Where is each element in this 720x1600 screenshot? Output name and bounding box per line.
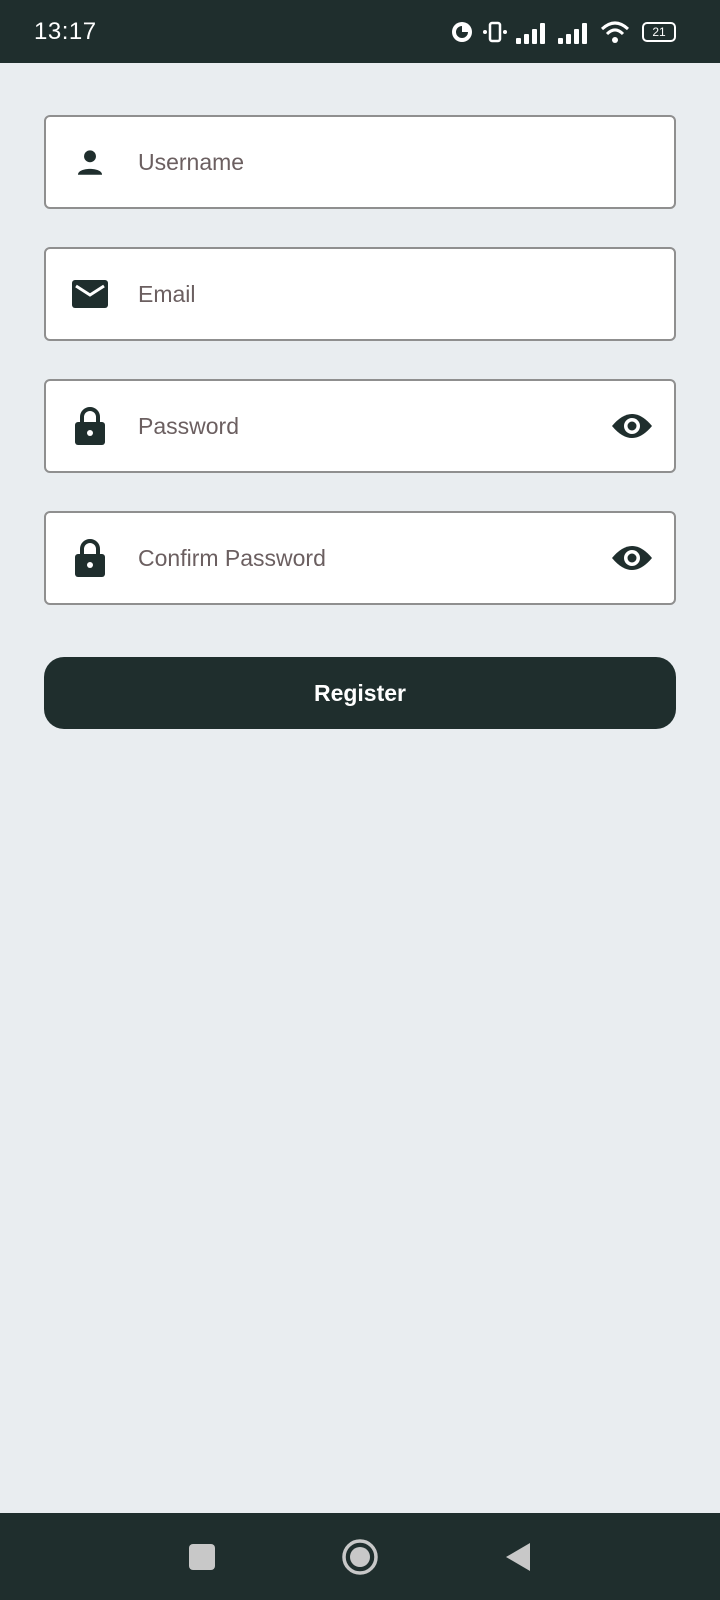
signal-icon-2	[558, 20, 592, 44]
home-circle-icon[interactable]	[336, 1533, 384, 1581]
username-input[interactable]	[138, 117, 674, 207]
back-triangle-icon[interactable]	[494, 1533, 542, 1581]
confirm-password-field	[44, 511, 676, 605]
wifi-icon	[600, 20, 630, 44]
alarm-clock-icon	[450, 20, 474, 44]
person-icon	[68, 140, 112, 184]
navigation-bar	[0, 1513, 720, 1600]
vibrate-icon	[482, 20, 508, 44]
username-field	[44, 115, 676, 209]
battery-icon: 21	[642, 21, 676, 42]
signal-icon-1	[516, 20, 550, 44]
status-icons: 21	[450, 20, 676, 44]
eye-icon[interactable]	[610, 536, 654, 580]
email-field	[44, 247, 676, 341]
email-input[interactable]	[138, 249, 674, 339]
lock-icon	[68, 404, 112, 448]
status-time: 13:17	[34, 17, 97, 45]
mail-icon	[68, 272, 112, 316]
status-bar: 13:17 21	[0, 0, 720, 63]
register-form: Register	[44, 115, 676, 729]
password-input[interactable]	[138, 381, 610, 471]
confirm-password-input[interactable]	[138, 513, 610, 603]
eye-icon[interactable]	[610, 404, 654, 448]
password-field	[44, 379, 676, 473]
register-button[interactable]: Register	[44, 657, 676, 729]
lock-icon	[68, 536, 112, 580]
recents-square-icon[interactable]	[178, 1533, 226, 1581]
